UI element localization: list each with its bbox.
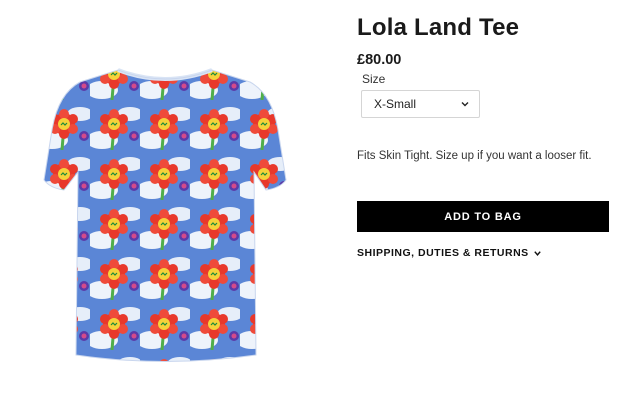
add-to-bag-button[interactable]: ADD TO BAG bbox=[357, 201, 609, 232]
shipping-label: SHIPPING, DUTIES & RETURNS bbox=[357, 247, 529, 259]
size-select-value: X-Small bbox=[374, 97, 417, 111]
size-label: Size bbox=[362, 72, 386, 86]
product-image bbox=[40, 50, 290, 375]
chevron-down-icon bbox=[533, 250, 541, 256]
product-title: Lola Land Tee bbox=[357, 14, 520, 41]
chevron-down-icon bbox=[461, 102, 469, 107]
size-select[interactable]: X-Small bbox=[361, 90, 480, 118]
fit-note: Fits Skin Tight. Size up if you want a l… bbox=[357, 150, 592, 162]
shipping-duties-returns-toggle[interactable]: SHIPPING, DUTIES & RETURNS bbox=[357, 247, 542, 259]
product-price: £80.00 bbox=[357, 52, 402, 68]
